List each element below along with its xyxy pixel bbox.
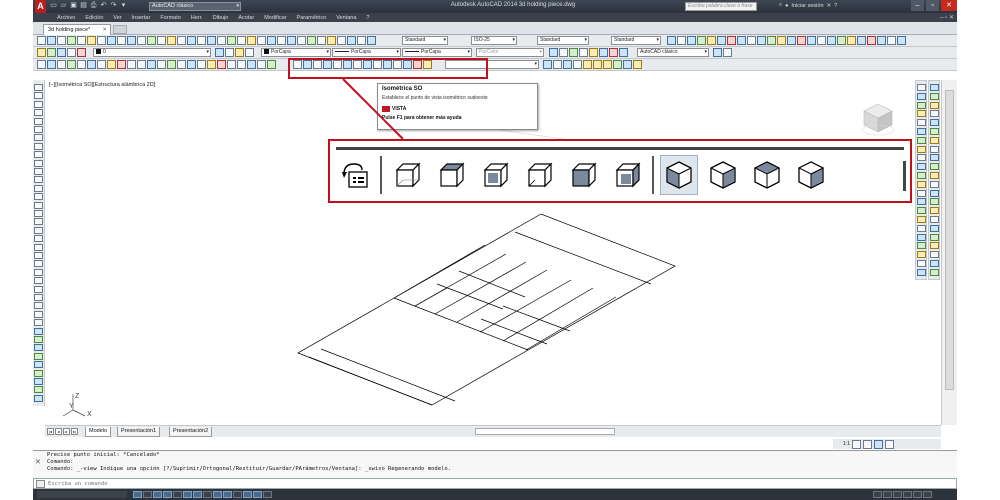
bottom-view-button[interactable] <box>432 155 470 195</box>
front-view-icon <box>571 162 597 188</box>
auto-scale-icon[interactable] <box>862 439 872 449</box>
status-toggle-icon[interactable] <box>203 491 212 498</box>
tray-icon[interactable] <box>893 491 902 498</box>
status-toggle-icon[interactable] <box>173 491 182 498</box>
tab-presentacion2[interactable]: Presentación2 <box>169 427 213 437</box>
command-line <box>33 478 957 489</box>
annotation-visibility-icon[interactable] <box>851 439 861 449</box>
front-view-button[interactable] <box>564 155 602 195</box>
nw-isometric-icon <box>797 161 825 189</box>
named-views-icon <box>342 163 368 188</box>
se-isometric-button[interactable] <box>704 155 742 195</box>
last-layout-icon[interactable]: ▸| <box>71 428 78 435</box>
tray-icon[interactable] <box>903 491 912 498</box>
zoom-end-bar <box>903 161 906 191</box>
command-prompt-icon[interactable] <box>36 480 45 488</box>
zoomed-view-toolbar <box>328 139 912 203</box>
sw-isometric-icon <box>666 161 692 189</box>
ne-isometric-button[interactable] <box>748 155 786 195</box>
back-view-button[interactable] <box>608 155 646 195</box>
status-toggle-icon[interactable] <box>133 491 142 498</box>
status-toggle-icon[interactable] <box>213 491 222 498</box>
status-toggle-icon[interactable] <box>153 491 162 498</box>
history-line: Comando: <box>47 459 74 465</box>
annotation-status: 1:1 <box>833 439 941 449</box>
status-toggle-icon[interactable] <box>163 491 172 498</box>
zoom-top-bar <box>336 147 904 150</box>
horizontal-scrollbar[interactable] <box>475 428 615 435</box>
ne-isometric-icon <box>753 161 781 189</box>
status-bar <box>33 489 957 500</box>
tray-icon[interactable] <box>873 491 882 498</box>
toolbar-separator <box>652 156 654 194</box>
tray-icon[interactable] <box>913 491 922 498</box>
top-view-icon <box>395 162 421 188</box>
status-toggle-icon[interactable] <box>233 491 242 498</box>
left-view-icon <box>483 162 509 188</box>
tray-icon[interactable] <box>883 491 892 498</box>
tab-modelo[interactable]: Modelo <box>85 427 112 437</box>
status-toggle-icon[interactable] <box>223 491 232 498</box>
prev-layout-icon[interactable]: ◂ <box>55 428 62 435</box>
command-history: ✕ Precise punto inicial: *Cancelado* Com… <box>33 450 957 478</box>
nw-isometric-button[interactable] <box>792 155 830 195</box>
right-view-icon <box>527 162 553 188</box>
status-toggle-icon[interactable] <box>193 491 202 498</box>
right-view-button[interactable] <box>520 155 558 195</box>
autocad-window: A ▭ ▱ ▣ ▤ ⎙ ↶ ↷ ▾ AutoCAD clásico ▾ Autod… <box>33 0 957 500</box>
left-view-button[interactable] <box>476 155 514 195</box>
status-toggle-icon[interactable] <box>263 491 272 498</box>
sw-isometric-button[interactable] <box>660 155 698 195</box>
status-tray <box>873 491 932 498</box>
history-line: Comando: _-view Indique una opción [?/Su… <box>47 466 451 472</box>
tab-presentacion1[interactable]: Presentación1 <box>117 427 161 437</box>
toolbar-separator <box>380 156 382 194</box>
lock-icon[interactable] <box>884 439 894 449</box>
status-toggle-icon[interactable] <box>253 491 262 498</box>
annotation-scale[interactable]: 1:1 <box>843 441 850 447</box>
history-line: Precise punto inicial: *Cancelado* <box>47 452 160 458</box>
close-icon[interactable]: ✕ <box>35 459 41 466</box>
next-layout-icon[interactable]: ▸ <box>63 428 70 435</box>
status-toggle-icon[interactable] <box>143 491 152 498</box>
tray-icon[interactable] <box>923 491 932 498</box>
named-views-button[interactable] <box>336 155 374 195</box>
layout-tabs-bar: |◂ ◂ ▸ ▸| Modelo Presentación1 Presentac… <box>45 425 941 437</box>
workspace-switch-icon[interactable] <box>873 439 883 449</box>
layout-nav-arrows: |◂ ◂ ▸ ▸| <box>47 428 78 435</box>
top-view-button[interactable] <box>388 155 426 195</box>
se-isometric-icon <box>710 161 736 189</box>
coordinates-display <box>37 491 127 498</box>
bottom-view-icon <box>439 162 465 188</box>
first-layout-icon[interactable]: |◂ <box>47 428 54 435</box>
status-toggle-icon[interactable] <box>183 491 192 498</box>
back-view-icon <box>615 162 641 188</box>
command-input[interactable] <box>48 480 348 488</box>
status-toggle-icon[interactable] <box>243 491 252 498</box>
drafting-toggles <box>133 491 272 498</box>
zoom-button-row <box>336 154 830 196</box>
